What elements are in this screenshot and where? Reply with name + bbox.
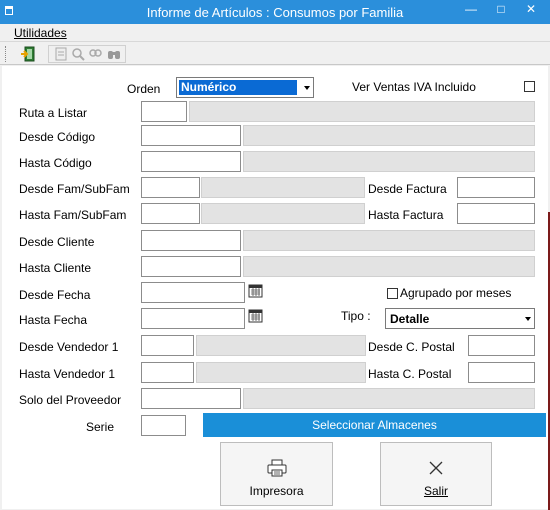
minimize-icon[interactable]: —	[458, 0, 484, 20]
desde-codigo-label: Desde Código	[19, 130, 96, 144]
maximize-icon[interactable]: □	[488, 0, 514, 20]
hasta-fam-description	[201, 203, 365, 224]
orden-select-value: Numérico	[179, 80, 297, 95]
proveedor-label: Solo del Proveedor	[19, 393, 122, 407]
toolbar	[0, 43, 550, 65]
desde-vendedor-description	[196, 335, 366, 356]
serie-label: Serie	[86, 420, 115, 434]
calendar-icon[interactable]	[248, 308, 263, 323]
hasta-codigo-label: Hasta Código	[19, 156, 92, 170]
ruta-field[interactable]	[141, 101, 187, 122]
hasta-cpostal-field[interactable]	[468, 362, 535, 383]
toolbar-grip[interactable]	[5, 46, 8, 62]
hasta-factura-label: Hasta Factura	[368, 208, 444, 222]
hasta-cliente-description	[243, 256, 535, 277]
serie-field[interactable]	[141, 415, 186, 436]
binoculars-icon	[106, 46, 122, 62]
agrupado-label: Agrupado por meses	[400, 286, 512, 300]
proveedor-description	[243, 388, 535, 409]
search-icon	[87, 46, 103, 62]
hasta-cliente-field[interactable]	[141, 256, 241, 277]
desde-cpostal-field[interactable]	[468, 335, 535, 356]
tipo-label: Tipo :	[341, 309, 371, 323]
ruta-description	[189, 101, 535, 122]
chevron-down-icon[interactable]	[525, 317, 531, 321]
hasta-factura-field[interactable]	[457, 203, 535, 224]
desde-vendedor-label: Desde Vendedor 1	[19, 340, 119, 354]
desde-fam-field[interactable]	[141, 177, 200, 198]
orden-label: Orden	[127, 82, 161, 96]
calendar-icon[interactable]	[248, 283, 263, 298]
desde-fam-description	[201, 177, 365, 198]
ver-ventas-label: Ver Ventas IVA Incluido	[352, 80, 476, 94]
close-icon	[427, 459, 445, 480]
seleccionar-almacenes-button[interactable]: Seleccionar Almacenes	[203, 413, 546, 437]
menu-utilidades[interactable]: Utilidades	[14, 26, 67, 40]
salir-button[interactable]: Salir	[380, 442, 492, 506]
hasta-vendedor-field[interactable]	[141, 362, 194, 383]
tipo-select[interactable]: Detalle	[385, 308, 535, 329]
hasta-codigo-field[interactable]	[141, 151, 241, 172]
hasta-fecha-field[interactable]	[141, 308, 245, 329]
hasta-vendedor-description	[196, 362, 366, 383]
preview-icon	[70, 46, 86, 62]
form-panel: Orden Numérico Ver Ventas IVA Incluido R…	[2, 66, 548, 509]
title-bar: Informe de Artículos : Consumos por Fami…	[0, 0, 550, 24]
ruta-label: Ruta a Listar	[19, 106, 88, 120]
hasta-cliente-label: Hasta Cliente	[19, 261, 92, 275]
printer-icon	[267, 459, 287, 480]
desde-fecha-field[interactable]	[141, 282, 245, 303]
desde-factura-field[interactable]	[457, 177, 535, 198]
desde-codigo-field[interactable]	[141, 125, 241, 146]
impresora-button-label: Impresora	[249, 484, 304, 498]
desde-cliente-field[interactable]	[141, 230, 241, 251]
menu-bar: Utilidades	[0, 24, 550, 42]
agrupado-checkbox[interactable]	[387, 288, 398, 299]
chevron-down-icon[interactable]	[304, 86, 310, 90]
desde-fecha-label: Desde Fecha	[19, 288, 91, 302]
report-window: Informe de Artículos : Consumos por Fami…	[0, 0, 550, 510]
exit-door-icon[interactable]	[20, 46, 36, 62]
document-icon	[53, 46, 69, 62]
desde-cliente-label: Desde Cliente	[19, 235, 95, 249]
desde-factura-label: Desde Factura	[368, 182, 447, 196]
impresora-button[interactable]: Impresora	[220, 442, 333, 506]
desde-vendedor-field[interactable]	[141, 335, 194, 356]
hasta-fecha-label: Hasta Fecha	[19, 313, 88, 327]
hasta-codigo-description	[243, 151, 535, 172]
proveedor-field[interactable]	[141, 388, 241, 409]
tipo-select-value: Detalle	[390, 312, 430, 326]
desde-codigo-description	[243, 125, 535, 146]
desde-fam-label: Desde Fam/SubFam	[19, 182, 130, 196]
desde-cpostal-label: Desde C. Postal	[368, 340, 455, 354]
salir-button-label: Salir	[423, 484, 448, 498]
hasta-fam-label: Hasta Fam/SubFam	[19, 208, 127, 222]
close-icon[interactable]: ✕	[518, 0, 544, 20]
hasta-cpostal-label: Hasta C. Postal	[368, 367, 452, 381]
hasta-fam-field[interactable]	[141, 203, 200, 224]
ver-ventas-checkbox[interactable]	[524, 81, 535, 92]
desde-cliente-description	[243, 230, 535, 251]
hasta-vendedor-label: Hasta Vendedor 1	[19, 367, 116, 381]
orden-select[interactable]: Numérico	[176, 77, 314, 98]
